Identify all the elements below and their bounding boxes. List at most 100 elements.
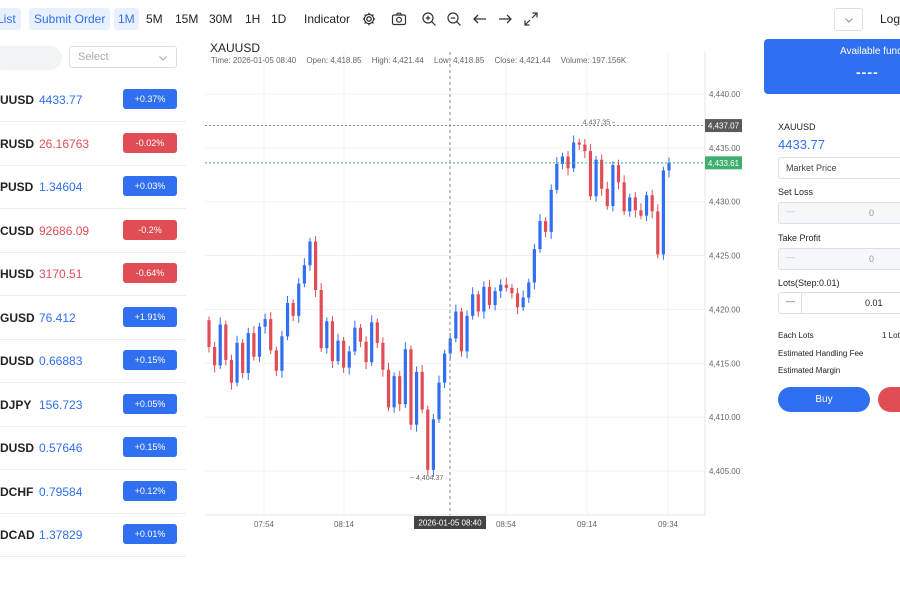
- camera-icon[interactable]: [391, 11, 407, 27]
- watchlist-row[interactable]: DCAD 1.37829 +0.01%: [0, 514, 186, 557]
- symbol-name: RUSD: [0, 136, 35, 151]
- change-badge: +0.15%: [123, 350, 177, 370]
- list-button[interactable]: List: [0, 8, 21, 30]
- sell-button[interactable]: [878, 387, 900, 412]
- chart-area[interactable]: 4,440.00 4,435.00 4,430.00 4,425.00 4,420.00…: [188, 40, 748, 548]
- candle-body: [656, 211, 660, 255]
- watchlist-row[interactable]: RUSD 26.16763 -0.02%: [0, 123, 186, 166]
- symbol-price: 1.37829: [39, 528, 83, 542]
- candle-body: [386, 369, 391, 408]
- category-select[interactable]: Select: [69, 46, 177, 68]
- candle-body: [224, 324, 228, 361]
- zoom-out-icon[interactable]: [446, 11, 462, 27]
- set-loss-input[interactable]: — 0: [778, 202, 900, 224]
- change-badge: +1.91%: [123, 306, 177, 327]
- minus-icon[interactable]: —: [786, 252, 795, 262]
- watchlist-row[interactable]: DUSD 0.57646 +0.15%: [0, 427, 186, 470]
- candle-body: [319, 290, 323, 349]
- settings-gear-icon[interactable]: [361, 11, 377, 27]
- candle-body: [431, 419, 435, 470]
- candle-body: [375, 322, 379, 343]
- watchlist-row[interactable]: DCHF 0.79584 +0.12%: [0, 471, 186, 514]
- buy-button[interactable]: Buy: [778, 387, 870, 412]
- take-profit-input[interactable]: — 0: [778, 248, 900, 270]
- order-type-select[interactable]: Market Price: [778, 157, 900, 179]
- candle-body: [639, 210, 643, 216]
- candle-body: [252, 333, 256, 357]
- candle-body: [370, 322, 374, 363]
- search-input[interactable]: [0, 46, 62, 70]
- candle-body: [297, 283, 301, 316]
- watchlist-row[interactable]: UUSD 4433.77 +0.37%: [0, 79, 186, 122]
- trade-symbol: XAUUSD: [778, 122, 816, 132]
- candle-body: [213, 347, 217, 366]
- each-lots-value: 1 Lot: [882, 331, 900, 340]
- interval-30m[interactable]: 30M: [205, 8, 236, 30]
- zoom-in-icon[interactable]: [421, 11, 437, 27]
- arrow-left-icon[interactable]: [472, 11, 488, 27]
- symbol-price: 3170.51: [39, 267, 83, 281]
- info-low: Low: 4,418.85: [434, 56, 485, 65]
- candle-body: [257, 326, 262, 357]
- interval-1h[interactable]: 1H: [241, 8, 264, 30]
- symbol-name: DUSD: [0, 441, 35, 455]
- interval-1m[interactable]: 1M: [114, 8, 139, 30]
- symbol-price: 0.66883: [39, 354, 83, 368]
- watchlist-row[interactable]: GUSD 76.412 +1.91%: [0, 297, 186, 340]
- y-tick-label: 4,420.00: [709, 305, 741, 314]
- watchlist-row[interactable]: CUSD 92686.09 -0.2%: [0, 210, 186, 253]
- submit-order-button[interactable]: Submit Order: [29, 8, 111, 30]
- watchlist-row[interactable]: HUSD 3170.51 -0.64%: [0, 253, 186, 296]
- interval-15m[interactable]: 15M: [171, 8, 202, 30]
- price-tag-label: 4,437.07: [708, 122, 740, 131]
- symbol-price: 26.16763: [39, 136, 90, 151]
- account-dropdown[interactable]: [834, 8, 863, 31]
- symbol-price: 0.57646: [39, 441, 83, 455]
- take-profit-label: Take Profit: [778, 233, 821, 243]
- candle-body: [611, 165, 615, 207]
- login-link[interactable]: Login: [880, 8, 900, 30]
- candle-body: [285, 302, 290, 337]
- symbol-price: 1.34604: [39, 180, 83, 194]
- symbol-name: DUSD: [0, 354, 35, 368]
- chart-symbol-title: XAUUSD: [210, 41, 261, 55]
- candle-body: [577, 142, 581, 145]
- candle-body: [650, 195, 654, 212]
- minus-icon[interactable]: —: [786, 296, 795, 306]
- candle-body: [409, 349, 413, 425]
- interval-5m[interactable]: 5M: [142, 8, 167, 30]
- candle-body: [353, 327, 357, 352]
- candle-body: [313, 241, 318, 291]
- y-tick-label: 4,440.00: [709, 90, 741, 99]
- set-loss-value: 0: [869, 208, 875, 218]
- arrow-right-icon[interactable]: [497, 11, 513, 27]
- candle-body: [482, 286, 486, 312]
- lots-label: Lots(Step:0.01): [778, 278, 840, 288]
- list-button-label: List: [0, 12, 16, 26]
- interval-1d[interactable]: 1D: [267, 8, 290, 30]
- minus-icon[interactable]: —: [786, 206, 795, 216]
- candle-body: [443, 353, 447, 383]
- change-badge: +0.03%: [123, 176, 177, 196]
- candle-body: [504, 284, 508, 288]
- candle-body: [280, 336, 284, 371]
- change-badge: -0.02%: [123, 132, 177, 153]
- candle-body: [527, 282, 531, 298]
- indicator-button[interactable]: Indicator: [304, 8, 350, 30]
- x-tick-label: 09:34: [658, 520, 679, 529]
- watchlist-row[interactable]: DUSD 0.66883 +0.15%: [0, 340, 186, 383]
- watchlist-row[interactable]: PUSD 1.34604 +0.03%: [0, 166, 186, 209]
- watchlist-row[interactable]: DJPY 156.723 +0.05%: [0, 384, 186, 427]
- lots-input[interactable]: — 0.01: [778, 292, 900, 314]
- symbol-name: DCAD: [0, 528, 35, 542]
- candlestick-chart[interactable]: 4,440.00 4,435.00 4,430.00 4,425.00 4,420.00…: [188, 40, 748, 548]
- candle-body: [342, 340, 346, 368]
- candle-body: [521, 297, 525, 308]
- select-placeholder: Select: [78, 51, 109, 63]
- info-open: Open: 4,418.85: [306, 56, 362, 65]
- fullscreen-expand-icon[interactable]: [523, 11, 539, 27]
- symbol-price: 76.412: [39, 310, 76, 325]
- candle-body: [358, 327, 363, 342]
- change-badge: +0.05%: [123, 393, 177, 414]
- y-tick-label: 4,405.00: [709, 467, 741, 476]
